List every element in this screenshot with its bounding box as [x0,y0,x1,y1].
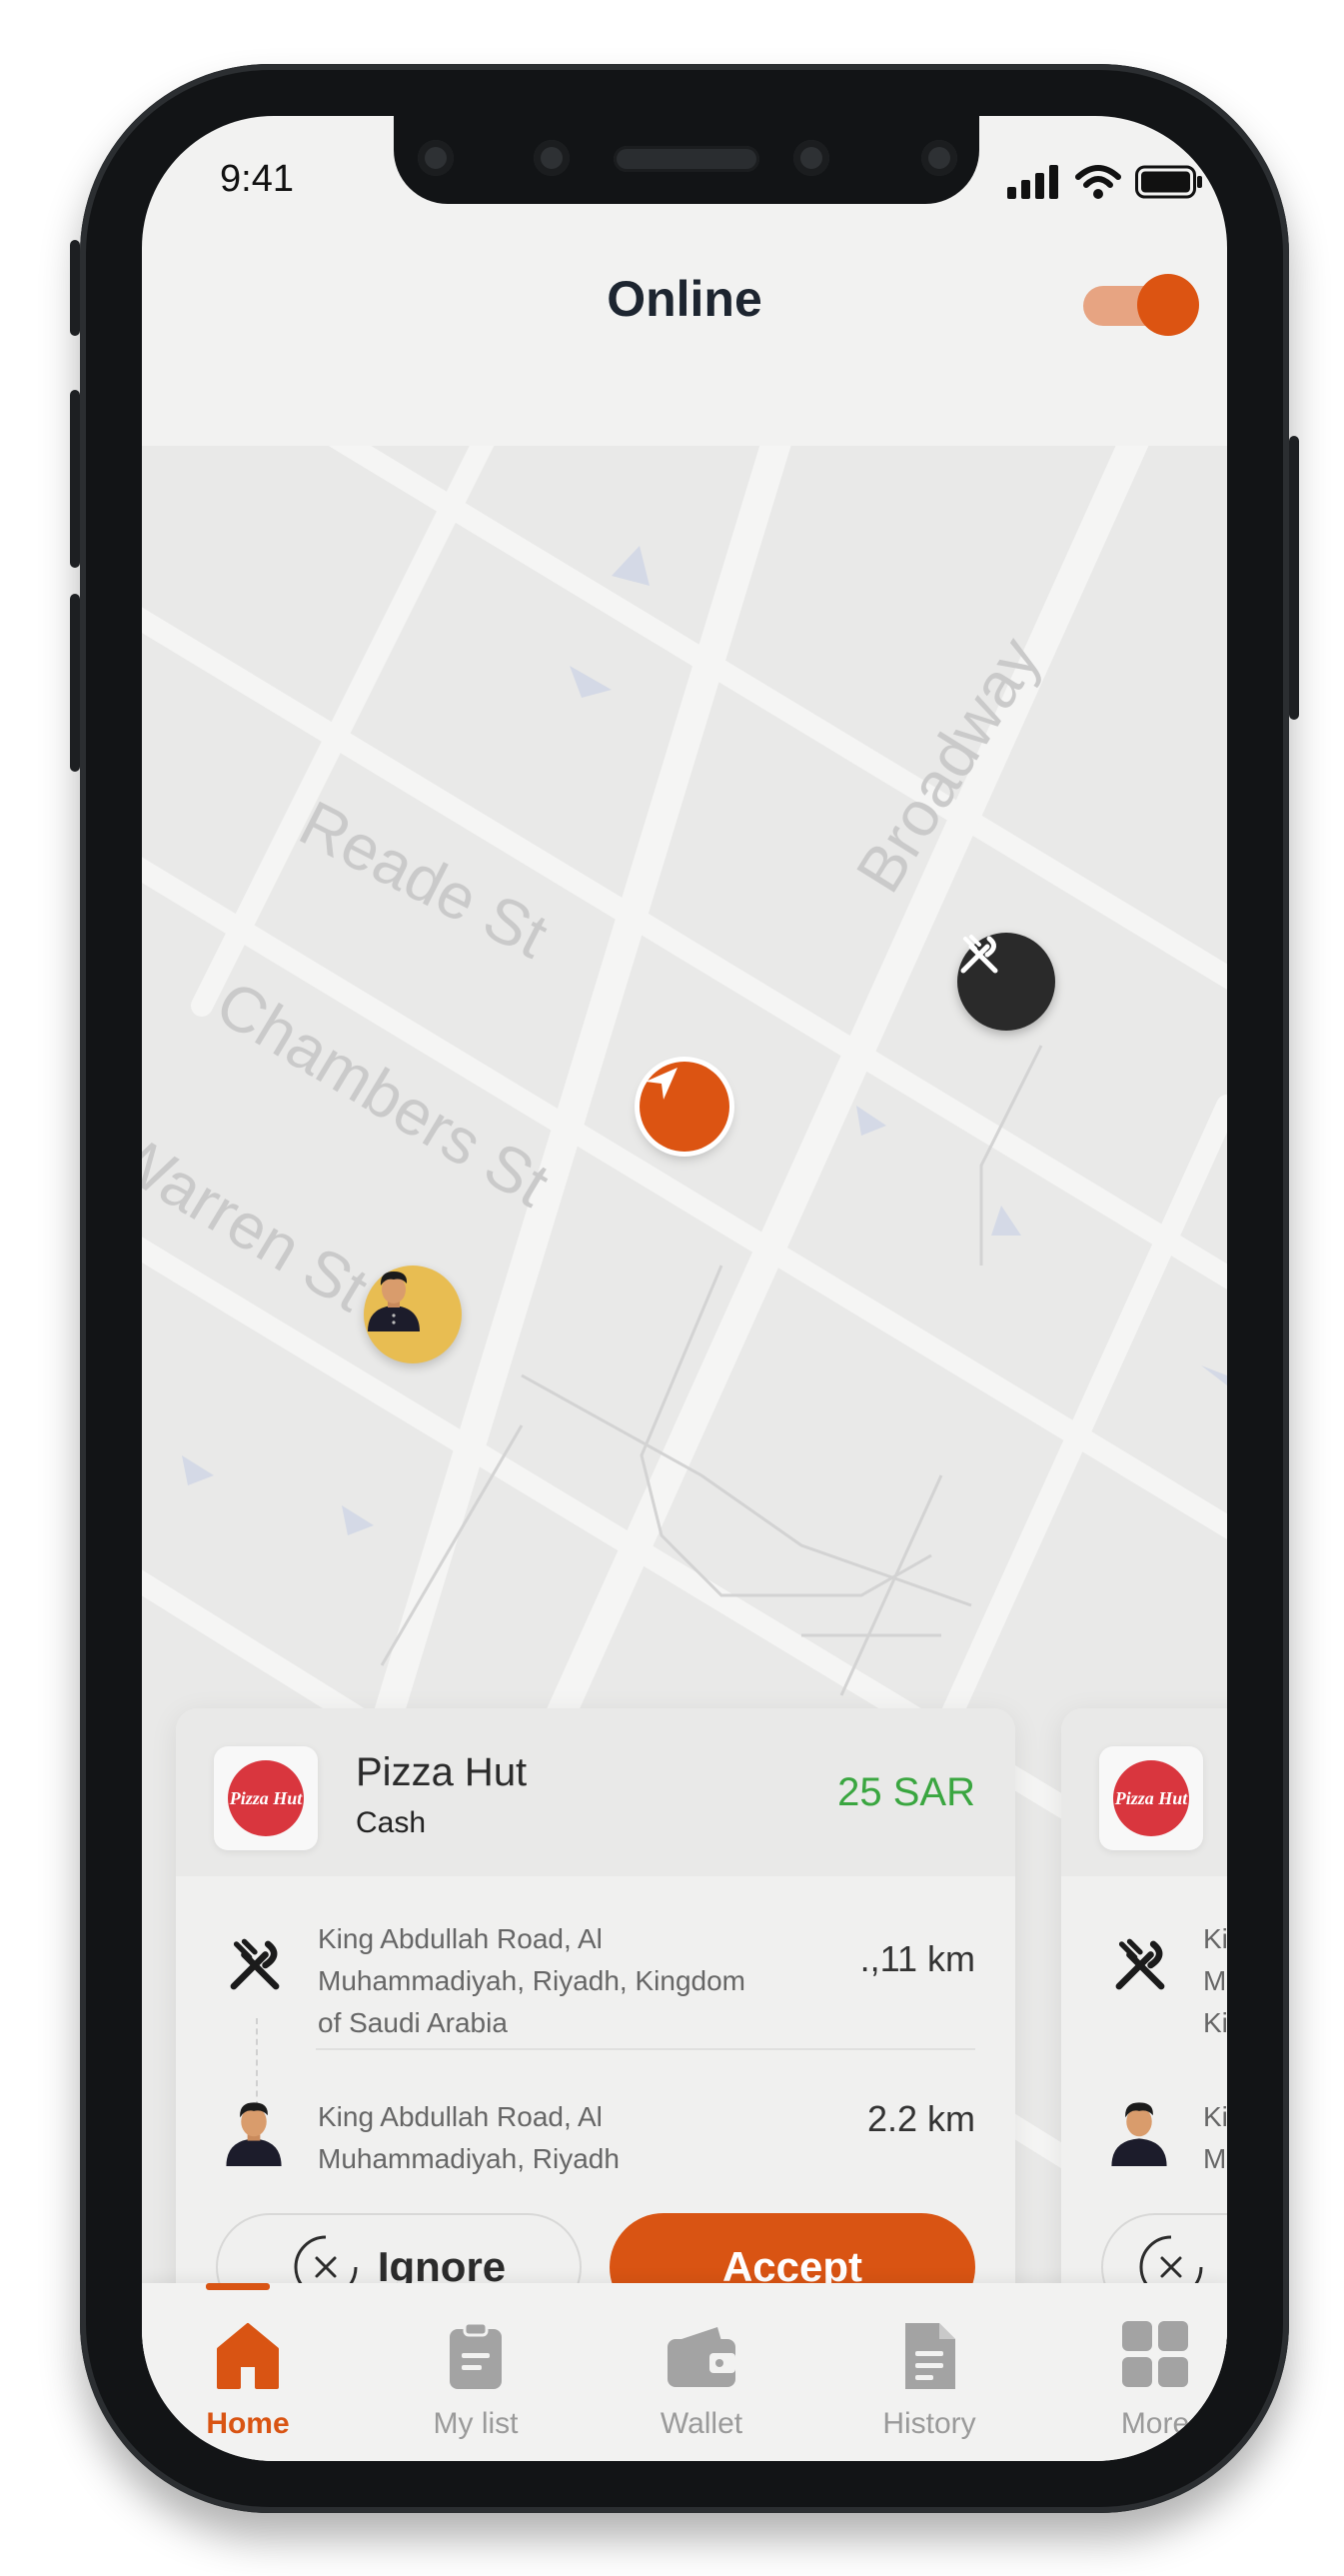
dropoff-distance: 2.2 km [866,2098,975,2139]
nav-my-list[interactable]: My list [376,2283,576,2461]
next-restaurant-logo: Pizza Hut [1099,1746,1203,1850]
restaurant-logo: Pizza Hut [214,1746,318,1850]
wifi-icon [1075,165,1121,199]
navigation-arrow-icon [646,1068,677,1100]
customer-avatar-icon [368,1272,420,1331]
pickup-address: King Abdullah Road, Al Muhammadiyah, Riy… [318,1923,745,2038]
nav-home-label: Home [206,2407,290,2440]
fork-knife-icon [960,935,998,974]
page-title: Online [607,271,762,327]
volume-up-button [70,390,80,568]
nav-history[interactable]: History [829,2283,1029,2461]
toggle-knob [1137,274,1199,336]
document-icon [905,2323,955,2389]
home-icon [217,2323,279,2389]
next-restaurant-icon [1115,1938,1165,1990]
mute-switch [70,240,80,336]
next-customer-icon [1111,2102,1167,2166]
notch [394,116,979,204]
nav-wallet-label: Wallet [660,2407,743,2440]
signal-icon [1007,165,1058,199]
clipboard-icon [450,2321,502,2389]
restaurant-marker[interactable] [957,933,1055,1031]
payment-method: Cash [356,1806,427,1839]
next-pickup-fragment: Ki M Ki [1203,1923,1227,2038]
current-location-marker[interactable] [640,1062,729,1152]
restaurant-name: Pizza Hut [356,1750,528,1794]
address-divider [316,2048,975,2050]
volume-down-button [70,594,80,772]
order-card-header: Pizza Hut Pizza Hut Cash 25 SAR [176,1708,1015,1876]
bottom-nav: Home My list Wallet History More [142,2283,1227,2461]
order-card[interactable]: Pizza Hut Pizza Hut Cash 25 SAR King Abd… [176,1708,1015,2353]
restaurant-icon [230,1938,280,1990]
order-price: 25 SAR [837,1770,975,1814]
status-time: 9:41 [220,158,294,200]
nav-history-label: History [882,2407,976,2440]
app-screen: 9:41 Online Reade St Chambers St Warren … [142,116,1227,2461]
battery-icon [1135,165,1202,199]
nav-more-label: More [1120,2407,1190,2440]
next-order-card-header: Pizza Hut [1061,1708,1227,1876]
wallet-icon [668,2327,735,2387]
customer-icon [226,2102,282,2166]
next-dropoff-fragment: Ki M [1203,2101,1227,2174]
pickup-distance: .,11 km [859,1938,975,1979]
next-order-card[interactable]: Pizza Hut Ki M Ki Ki M [1061,1708,1227,2353]
dropoff-address: King Abdullah Road, Al Muhammadiyah, Riy… [318,2101,620,2174]
nav-active-indicator [206,2283,270,2290]
customer-marker[interactable] [364,1266,462,1363]
power-button [1289,436,1299,720]
nav-home[interactable]: Home [148,2283,348,2461]
grid-icon [1122,2321,1188,2387]
online-toggle[interactable] [1083,274,1199,336]
status-icons [1007,162,1203,202]
nav-wallet[interactable]: Wallet [602,2283,801,2461]
phone-frame: 9:41 Online Reade St Chambers St Warren … [70,64,1299,2513]
nav-more[interactable]: More [1055,2283,1227,2461]
nav-my-list-label: My list [433,2407,519,2440]
